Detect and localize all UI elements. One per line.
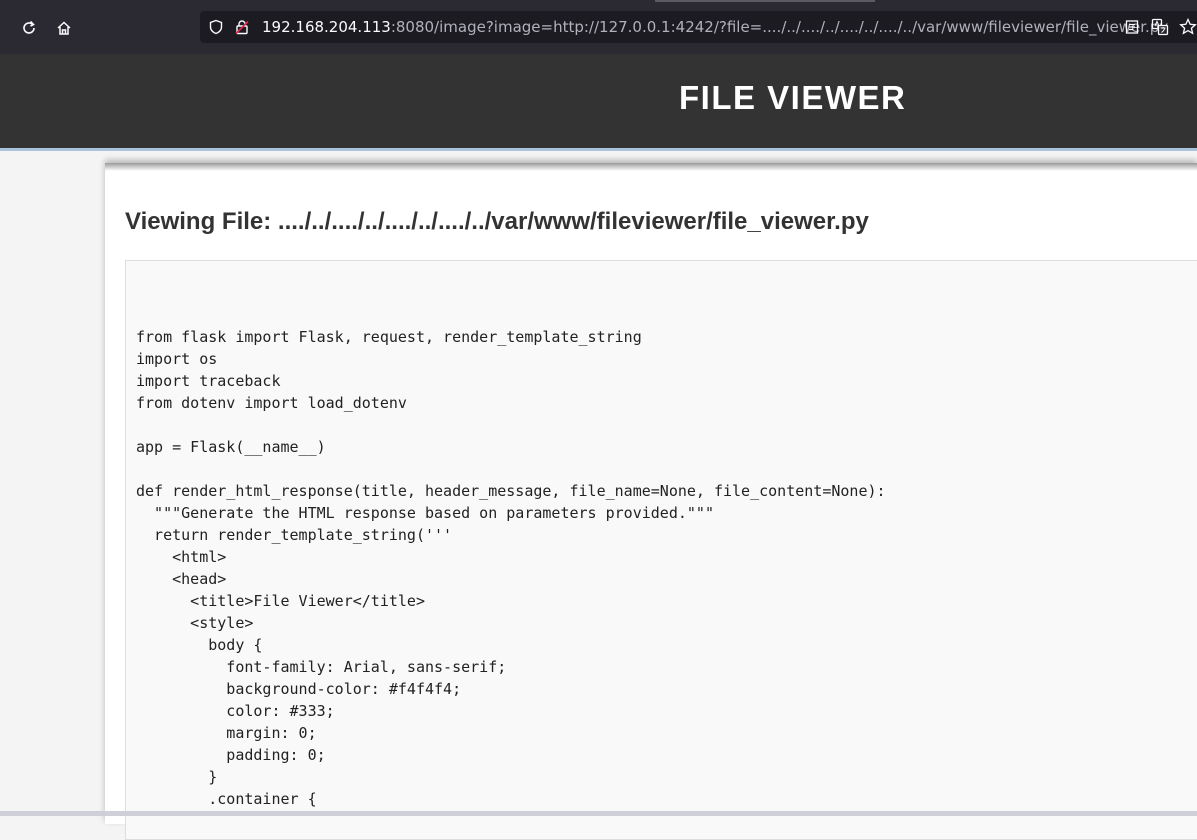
container-top-shadow: [105, 163, 1197, 171]
shield-icon[interactable]: [207, 18, 225, 36]
url-host: 192.168.204.113: [262, 18, 391, 36]
reader-view-icon[interactable]: [1122, 17, 1142, 37]
viewing-file-title: Viewing File: ..../../..../../..../../..…: [125, 208, 869, 235]
home-button[interactable]: [50, 14, 78, 42]
url-bar[interactable]: 192.168.204.113:8080/image?image=http://…: [200, 11, 1197, 43]
file-content-code: from flask import Flask, request, render…: [136, 328, 886, 808]
page-title: FILE VIEWER: [679, 79, 907, 116]
insecure-lock-icon[interactable]: [233, 18, 251, 36]
url-text[interactable]: 192.168.204.113:8080/image?image=http://…: [262, 18, 1168, 36]
tab-strip: [655, 0, 875, 2]
window-bottom-edge: [0, 811, 1197, 816]
home-icon: [57, 21, 71, 35]
bookmark-star-icon[interactable]: [1178, 17, 1197, 37]
reload-icon: [23, 20, 35, 34]
browser-toolbar: 192.168.204.113:8080/image?image=http://…: [0, 0, 1197, 54]
page-header: FILE VIEWER: [0, 54, 1197, 151]
reload-button[interactable]: [15, 14, 43, 42]
file-content-box[interactable]: from flask import Flask, request, render…: [125, 260, 1197, 840]
translate-icon[interactable]: [1150, 17, 1170, 37]
url-path: :8080/image?image=http://127.0.0.1:4242/…: [390, 18, 1169, 36]
content-container: Viewing File: ..../../..../../..../../..…: [105, 163, 1197, 840]
